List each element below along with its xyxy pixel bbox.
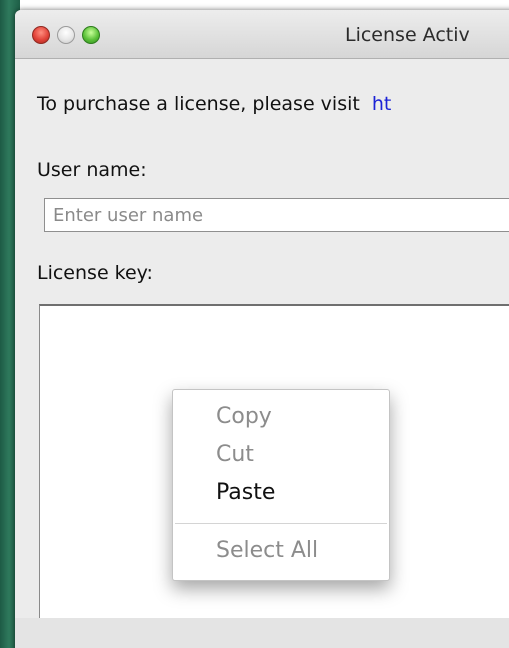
close-window-button[interactable] bbox=[32, 26, 50, 44]
purchase-text: To purchase a license, please visit bbox=[37, 93, 360, 115]
menu-item-select-all[interactable]: Select All bbox=[216, 538, 318, 563]
menu-item-paste[interactable]: Paste bbox=[216, 480, 275, 505]
window-title: License Activ bbox=[345, 24, 470, 46]
context-menu: Copy Cut Paste Select All bbox=[172, 389, 390, 581]
minimize-window-button[interactable] bbox=[57, 26, 75, 44]
user-name-label: User name: bbox=[37, 159, 147, 181]
zoom-window-button[interactable] bbox=[82, 26, 100, 44]
desktop: License Activ To purchase a license, ple… bbox=[0, 0, 509, 648]
menu-item-copy[interactable]: Copy bbox=[216, 404, 272, 429]
window-titlebar[interactable]: License Activ bbox=[15, 10, 509, 59]
purchase-link[interactable]: ht bbox=[372, 93, 392, 115]
window-bottom-bar bbox=[15, 618, 509, 648]
license-key-label: License key: bbox=[37, 262, 153, 284]
user-name-input[interactable] bbox=[44, 198, 509, 232]
menu-item-cut[interactable]: Cut bbox=[216, 442, 254, 467]
purchase-instructions: To purchase a license, please visit ht bbox=[37, 93, 391, 115]
menu-separator bbox=[175, 523, 387, 524]
